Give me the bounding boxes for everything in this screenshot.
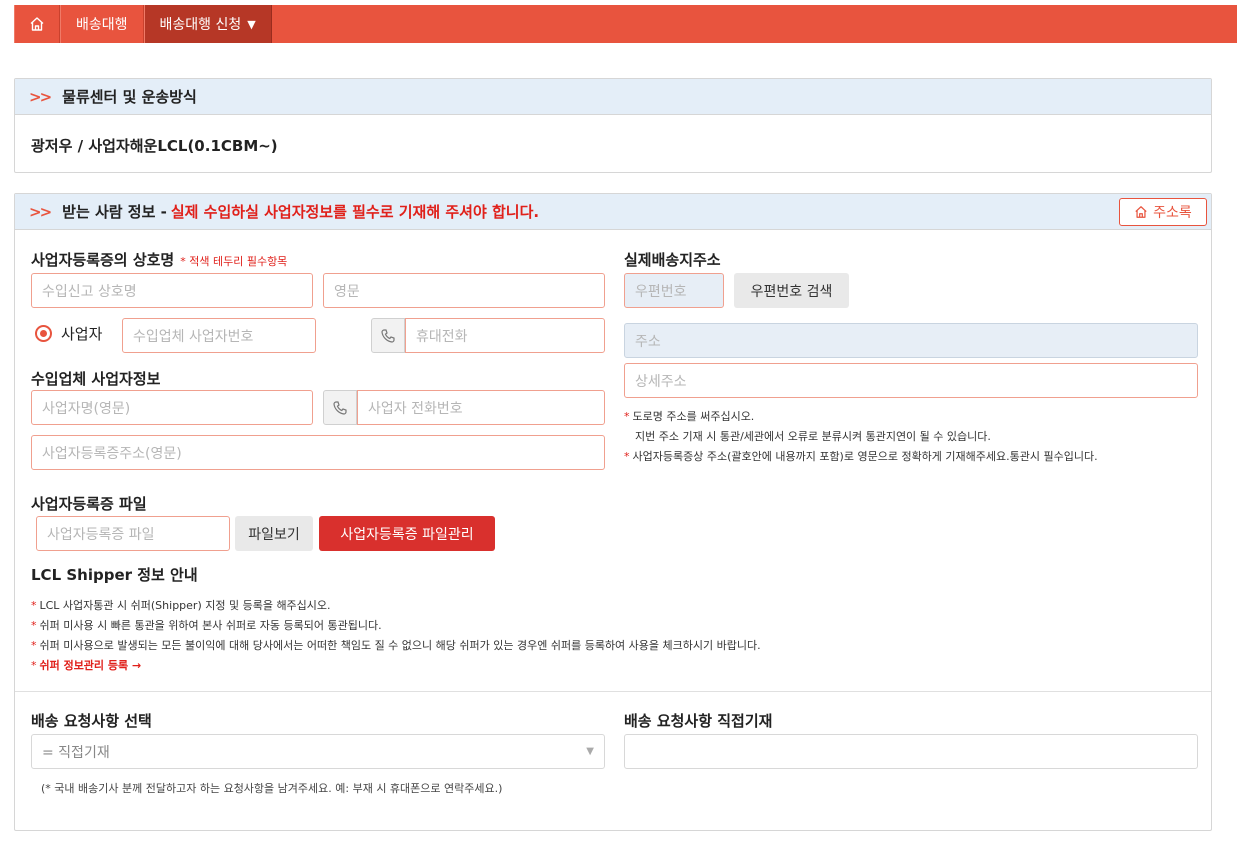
shipper-note: * 쉬퍼 미사용으로 발생되는 모든 불이익에 대해 당사에서는 어떠한 책임도 … xyxy=(31,636,1201,656)
customs-name-input[interactable]: 수입신고 상호명 xyxy=(31,273,313,308)
file-label: 사업자등록증 파일 xyxy=(31,495,147,513)
address-note-text: 도로명 주소를 써주십시오. xyxy=(632,410,755,423)
request-direct-input[interactable] xyxy=(624,734,1198,769)
phone-icon-box xyxy=(371,318,405,353)
english-name-input[interactable]: 영문 xyxy=(323,273,605,308)
address-note: 지번 주소 기재 시 통관/세관에서 오류로 분류시켜 통관지연이 될 수 있습… xyxy=(624,427,1204,447)
zip-input[interactable]: 우편번호 xyxy=(624,273,724,308)
triangle-down-icon: ▼ xyxy=(586,746,594,757)
logistics-value: 광저우 / 사업자해운LCL(0.1CBM~) xyxy=(31,137,278,155)
importer-phone-input[interactable]: 사업자 전화번호 xyxy=(357,390,605,425)
top-nav: 배송대행 배송대행 신청 ▼ xyxy=(14,5,1237,43)
detail-address-input[interactable]: 상세주소 xyxy=(624,363,1198,398)
request-select-value: = 직접기재 xyxy=(42,744,110,761)
business-number-input[interactable]: 수입업체 사업자번호 xyxy=(122,318,316,353)
business-radio[interactable] xyxy=(35,325,52,342)
request-direct-label: 배송 요청사항 직접기재 xyxy=(624,712,773,730)
nav-home[interactable] xyxy=(14,5,60,43)
logistics-title: 물류센터 및 운송방식 xyxy=(62,88,197,106)
address-book-button[interactable]: 주소록 xyxy=(1119,198,1207,226)
shipper-title: LCL Shipper 정보 안내 xyxy=(31,566,198,584)
delivery-address-label: 실제배송지주소 xyxy=(624,251,721,269)
shipper-link-text[interactable]: 쉬퍼 정보관리 등록 → xyxy=(40,659,142,672)
request-select[interactable]: = 직접기재 ▼ xyxy=(31,734,605,769)
recipient-warning: 실제 수입하실 사업자정보를 필수로 기재해 주셔야 합니다. xyxy=(170,203,540,221)
divider xyxy=(15,691,1211,692)
nav-shipping-request[interactable]: 배송대행 신청 ▼ xyxy=(143,5,272,43)
recipient-panel-header: >> 받는 사람 정보 - 실제 수입하실 사업자정보를 필수로 기재해 주셔야… xyxy=(15,194,1211,230)
phone-icon-box xyxy=(323,390,357,425)
file-view-button[interactable]: 파일보기 xyxy=(235,516,313,551)
caret-down-icon: ▼ xyxy=(247,17,256,31)
recipient-panel: >> 받는 사람 정보 - 실제 수입하실 사업자정보를 필수로 기재해 주셔야… xyxy=(14,193,1212,831)
shipper-note-text: 쉬퍼 미사용 시 빠른 통관을 위하여 본사 쉬퍼로 자동 등록되어 통관됩니다… xyxy=(39,619,382,632)
address-input[interactable]: 주소 xyxy=(624,323,1198,358)
home-icon xyxy=(30,17,44,31)
address-note-text: 지번 주소 기재 시 통관/세관에서 오류로 분류시켜 통관지연이 될 수 있습… xyxy=(635,430,991,443)
address-book-label: 주소록 xyxy=(1153,205,1192,221)
shipper-note-text: LCL 사업자통관 시 쉬퍼(Shipper) 지정 및 등록을 해주십시오. xyxy=(39,599,331,612)
address-note: * 도로명 주소를 써주십시오. xyxy=(624,407,1204,427)
home-icon xyxy=(1135,206,1147,218)
shipper-note: * LCL 사업자통관 시 쉬퍼(Shipper) 지정 및 등록을 해주십시오. xyxy=(31,596,1201,616)
zip-search-button[interactable]: 우편번호 검색 xyxy=(734,273,849,308)
importer-address-input[interactable]: 사업자등록증주소(영문) xyxy=(31,435,605,470)
address-note: * 사업자등록증상 주소(괄호안에 내용까지 포함)로 영문으로 정확하게 기재해… xyxy=(624,447,1204,467)
address-note-text: 사업자등록증상 주소(괄호안에 내용까지 포함)로 영문으로 정확하게 기재해주… xyxy=(632,450,1098,463)
shipper-notes: * LCL 사업자통관 시 쉬퍼(Shipper) 지정 및 등록을 해주십시오.… xyxy=(31,596,1201,676)
nav-shipping-agency-label: 배송대행 xyxy=(76,17,128,33)
importer-label: 수입업체 사업자정보 xyxy=(31,370,161,388)
shipper-note: * 쉬퍼 미사용 시 빠른 통관을 위하여 본사 쉬퍼로 자동 등록되어 통관됩니… xyxy=(31,616,1201,636)
recipient-title: 받는 사람 정보 - xyxy=(62,203,167,221)
asterisk-icon: * xyxy=(31,659,37,672)
logistics-panel-header: >> 물류센터 및 운송방식 xyxy=(15,79,1211,115)
double-chevron-icon: >> xyxy=(29,87,52,106)
nav-shipping-agency[interactable]: 배송대행 xyxy=(60,5,144,43)
importer-name-input[interactable]: 사업자명(영문) xyxy=(31,390,313,425)
business-radio-label: 사업자 xyxy=(61,325,103,343)
file-input[interactable]: 사업자등록증 파일 xyxy=(36,516,230,551)
nav-shipping-request-label: 배송대행 신청 xyxy=(159,17,242,33)
asterisk-icon: * xyxy=(31,599,37,612)
company-name-label-text: 사업자등록증의 상호명 xyxy=(31,251,175,269)
address-notes: * 도로명 주소를 써주십시오. 지번 주소 기재 시 통관/세관에서 오류로 분… xyxy=(624,407,1204,467)
required-note: * 적색 테두리 필수항목 xyxy=(180,255,288,268)
phone-icon xyxy=(333,400,347,415)
phone-icon xyxy=(381,328,395,343)
request-hint: (* 국내 배송기사 분께 전달하고자 하는 요청사항을 남겨주세요. 예: 부… xyxy=(41,782,503,795)
asterisk-icon: * xyxy=(624,410,630,423)
mobile-input[interactable]: 휴대전화 xyxy=(405,318,605,353)
file-manage-button[interactable]: 사업자등록증 파일관리 xyxy=(319,516,495,551)
shipper-link[interactable]: * 쉬퍼 정보관리 등록 → xyxy=(31,656,1201,676)
double-chevron-icon: >> xyxy=(29,202,52,221)
request-select-label: 배송 요청사항 선택 xyxy=(31,712,152,730)
logistics-panel: >> 물류센터 및 운송방식 광저우 / 사업자해운LCL(0.1CBM~) xyxy=(14,78,1212,173)
asterisk-icon: * xyxy=(31,639,37,652)
asterisk-icon: * xyxy=(31,619,37,632)
shipper-note-text: 쉬퍼 미사용으로 발생되는 모든 불이익에 대해 당사에서는 어떠한 책임도 질… xyxy=(39,639,761,652)
company-name-label: 사업자등록증의 상호명 * 적색 테두리 필수항목 xyxy=(31,249,287,270)
asterisk-icon: * xyxy=(624,450,630,463)
